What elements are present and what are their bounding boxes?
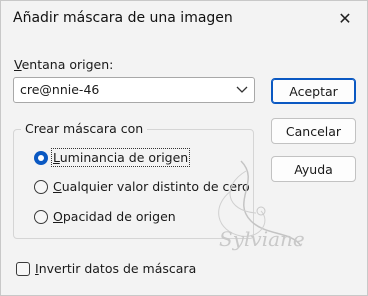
- mask-options-title: Crear máscara con: [21, 121, 148, 136]
- radio-unselected-icon: [34, 179, 48, 194]
- radio-any-nonzero[interactable]: Cualquier valor distinto de cero: [34, 179, 250, 194]
- watermark-signature: Sylviane: [219, 227, 305, 251]
- close-icon: ✕: [338, 8, 352, 28]
- radio-any-nonzero-accesskey: C: [53, 179, 62, 194]
- dialog-window: Añadir máscara de una imagen ✕ Ventana o…: [0, 0, 368, 296]
- accept-button[interactable]: Aceptar: [271, 78, 356, 104]
- invert-mask-checkbox[interactable]: Invertir datos de máscara: [16, 261, 196, 276]
- source-window-label-accesskey: V: [14, 57, 22, 72]
- radio-luminance-label: Luminancia de origen: [50, 148, 191, 167]
- radio-luminance-text: uminancia de origen: [59, 150, 189, 165]
- checkbox-unchecked-icon: [16, 261, 30, 276]
- help-button[interactable]: Ayuda: [271, 156, 356, 182]
- cancel-button[interactable]: Cancelar: [271, 118, 356, 144]
- source-window-select[interactable]: cre@nnie-46: [13, 77, 255, 103]
- radio-opacity-label: Opacidad de origen: [53, 209, 176, 224]
- invert-mask-text: nvertir datos de máscara: [38, 261, 197, 276]
- source-window-label: Ventana origen:: [14, 57, 113, 72]
- chevron-down-icon: [236, 86, 248, 93]
- radio-any-nonzero-text: ualquier valor distinto de cero: [61, 179, 250, 194]
- radio-luminance-accesskey: L: [53, 150, 60, 165]
- dialog-title: Añadir máscara de una imagen: [13, 10, 233, 26]
- radio-unselected-icon: [34, 209, 48, 224]
- close-button[interactable]: ✕: [325, 3, 365, 33]
- radio-luminance[interactable]: Luminancia de origen: [34, 148, 191, 167]
- radio-any-nonzero-label: Cualquier valor distinto de cero: [53, 179, 250, 194]
- radio-selected-icon: [34, 150, 48, 165]
- radio-opacity-accesskey: O: [53, 209, 63, 224]
- source-window-value: cre@nnie-46: [20, 82, 100, 97]
- radio-opacity[interactable]: Opacidad de origen: [34, 209, 176, 224]
- radio-opacity-text: pacidad de origen: [62, 209, 176, 224]
- source-window-label-text: entana origen:: [21, 57, 114, 72]
- invert-mask-label: Invertir datos de máscara: [35, 261, 196, 276]
